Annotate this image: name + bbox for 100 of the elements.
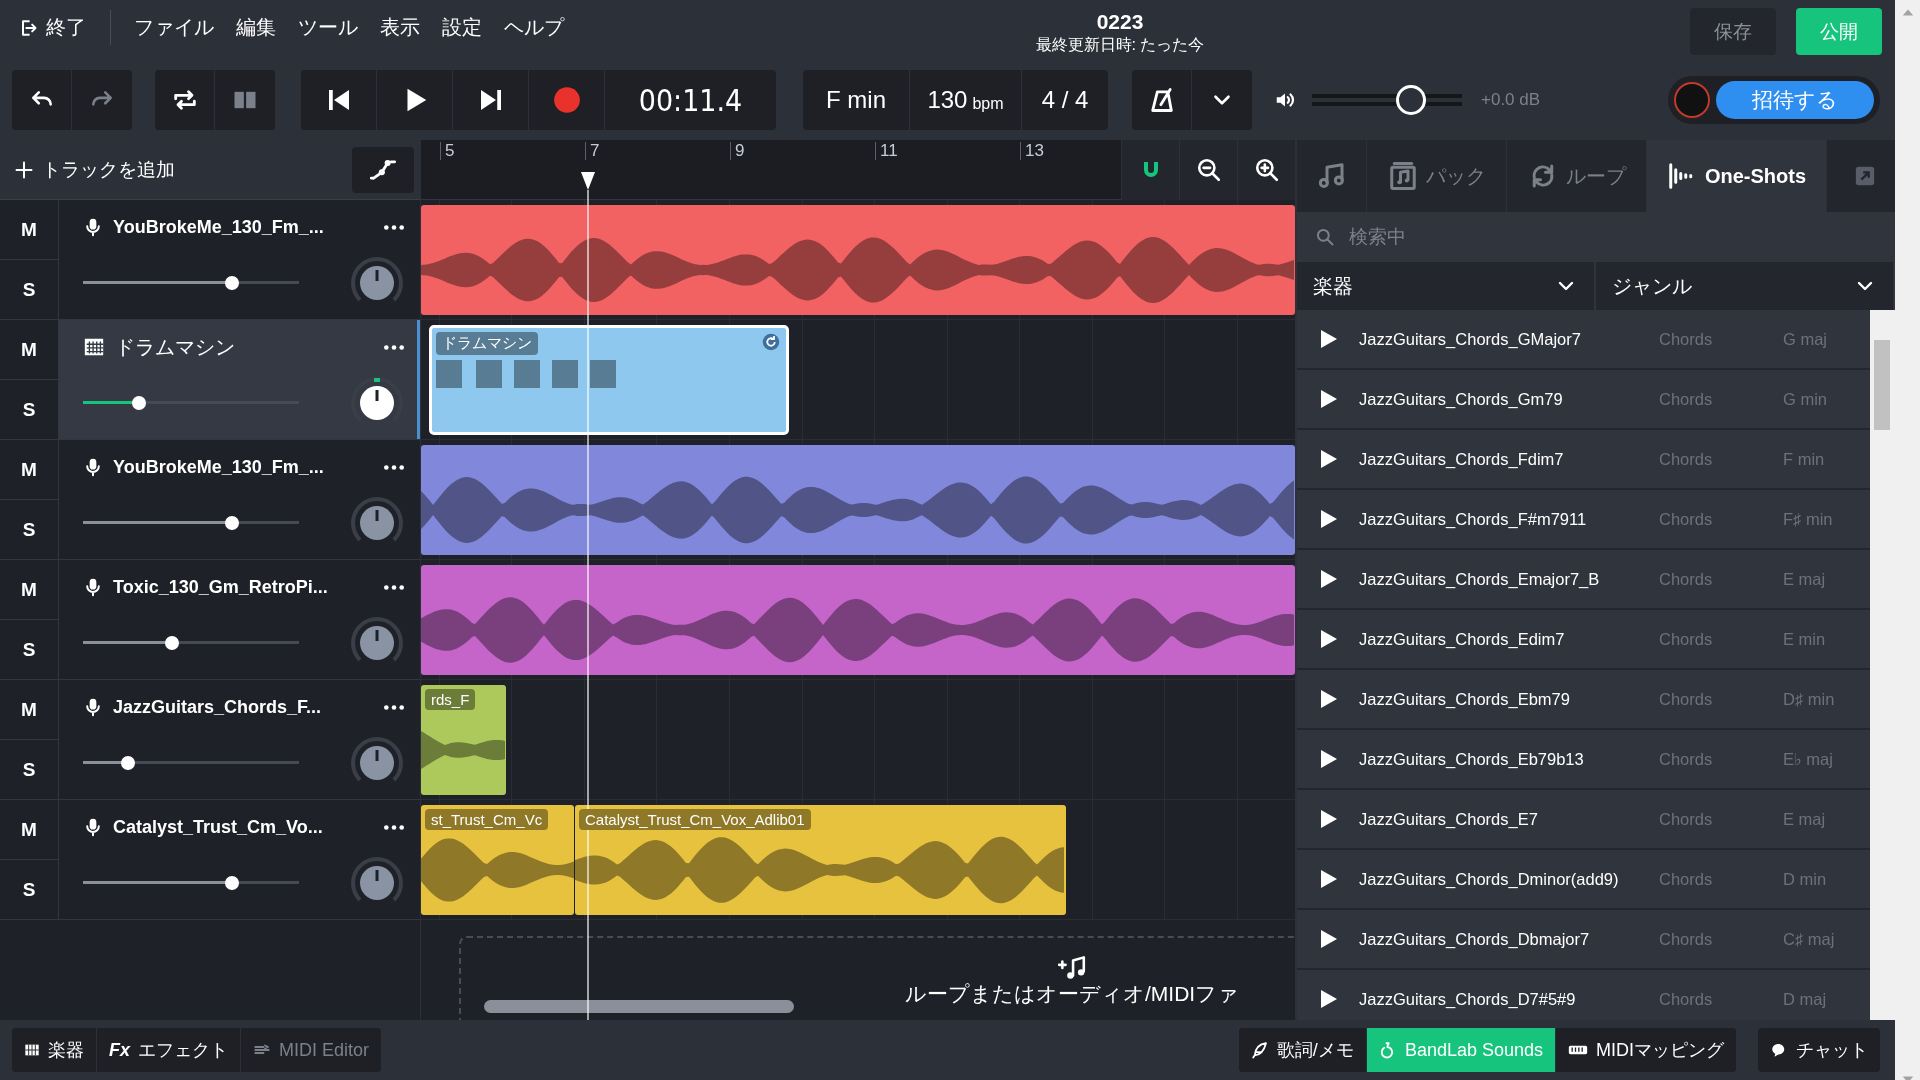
sample-key: D min bbox=[1783, 869, 1827, 889]
avatar[interactable] bbox=[1674, 82, 1710, 118]
time-signature-display[interactable]: 4 / 4 bbox=[1022, 70, 1108, 130]
track-header[interactable]: M S ドラムマシン bbox=[0, 320, 420, 440]
undo-button[interactable] bbox=[12, 70, 72, 130]
play-button[interactable] bbox=[1319, 569, 1337, 589]
track-header[interactable]: M S Toxic_130_Gm_RetroPi... bbox=[0, 560, 420, 680]
more-button[interactable] bbox=[384, 824, 404, 830]
skip-back-button[interactable] bbox=[301, 70, 377, 130]
scrollbar-thumb[interactable] bbox=[484, 1000, 794, 1013]
search-field[interactable]: 検索中 bbox=[1297, 212, 1895, 262]
audio-clip[interactable]: rds_F bbox=[421, 685, 506, 795]
more-icon bbox=[384, 344, 404, 350]
loop-button[interactable] bbox=[155, 70, 215, 130]
audio-clip[interactable] bbox=[421, 205, 1295, 315]
sample-key: G min bbox=[1783, 389, 1827, 409]
sample-category: Chords bbox=[1659, 329, 1714, 349]
exit-menu-item[interactable]: 終了 bbox=[12, 10, 111, 45]
menu-item[interactable]: ツール bbox=[287, 10, 369, 45]
instruments-button[interactable]: 楽器 bbox=[12, 1028, 97, 1072]
sample-row[interactable]: JazzGuitars_Chords_Emajor7_B Chords E maj bbox=[1297, 550, 1871, 610]
slider-thumb[interactable] bbox=[132, 396, 147, 410]
key-display[interactable]: F min bbox=[803, 70, 910, 130]
mute-button[interactable]: M bbox=[0, 800, 58, 860]
more-icon bbox=[384, 824, 404, 830]
solo-button[interactable]: S bbox=[0, 380, 58, 439]
slider-thumb[interactable] bbox=[121, 756, 136, 770]
bar-number: 11 bbox=[875, 142, 898, 160]
search-input[interactable]: 検索中 bbox=[1347, 225, 1747, 249]
track-header[interactable]: M S YouBrokeMe_130_Fm_... bbox=[0, 440, 420, 560]
slider-thumb[interactable] bbox=[225, 516, 240, 530]
menu-item[interactable]: ファイル bbox=[123, 10, 225, 45]
solo-button[interactable]: S bbox=[0, 500, 58, 559]
scrollbar-thumb[interactable] bbox=[1874, 340, 1891, 430]
track-header[interactable]: M S Catalyst_Trust_Cm_Vo... bbox=[0, 800, 420, 920]
list-scrollbar[interactable] bbox=[1870, 310, 1895, 1020]
play-button[interactable] bbox=[1319, 509, 1337, 529]
play-button[interactable] bbox=[1319, 449, 1337, 469]
solo-button[interactable]: S bbox=[0, 740, 58, 799]
play-button[interactable] bbox=[1319, 329, 1337, 349]
play-button[interactable] bbox=[1319, 749, 1337, 769]
sample-row[interactable]: JazzGuitars_Chords_Edim7 Chords E min bbox=[1297, 610, 1871, 670]
clip-label: st_Trust_Cm_Vc bbox=[425, 809, 549, 830]
browser-tab[interactable]: One-Shots bbox=[1647, 140, 1827, 212]
automation-button[interactable] bbox=[352, 146, 414, 193]
track-header[interactable]: M S JazzGuitars_Chords_F... bbox=[0, 680, 420, 800]
sample-row[interactable]: JazzGuitars_Chords_Dminor(add9) Chords D min bbox=[1297, 850, 1871, 910]
solo-button[interactable]: S bbox=[0, 260, 58, 319]
metronome-button[interactable] bbox=[1132, 70, 1192, 130]
slider-thumb[interactable] bbox=[225, 276, 240, 290]
sample-row[interactable]: JazzGuitars_Chords_Fdim7 Chords F min bbox=[1297, 430, 1871, 490]
play-button[interactable] bbox=[1319, 869, 1337, 889]
add-track-button[interactable]: トラックを追加 bbox=[14, 156, 175, 183]
menu-item[interactable]: 設定 bbox=[431, 10, 493, 45]
track-header[interactable]: M S YouBrokeMe_130_Fm_... bbox=[0, 200, 420, 320]
play-button[interactable] bbox=[1319, 689, 1337, 709]
audio-clip[interactable]: st_Trust_Cm_Vc bbox=[421, 805, 574, 915]
bar-number: 13 bbox=[1020, 142, 1044, 160]
save-button[interactable]: 保存 bbox=[1690, 8, 1776, 55]
more-button[interactable] bbox=[384, 344, 404, 350]
sample-row[interactable]: JazzGuitars_Chords_F#m7911 Chords F♯ min bbox=[1297, 490, 1871, 550]
more-button[interactable] bbox=[384, 224, 404, 230]
menu-item[interactable]: ヘルプ bbox=[493, 10, 575, 45]
sample-row[interactable]: JazzGuitars_Chords_D7#5#9 Chords D maj bbox=[1297, 970, 1871, 1020]
audio-clip[interactable] bbox=[421, 445, 1295, 555]
search-icon bbox=[1315, 227, 1335, 247]
sample-row[interactable]: JazzGuitars_Chords_Gm79 Chords G min bbox=[1297, 370, 1871, 430]
slider-thumb[interactable] bbox=[225, 876, 240, 890]
more-button[interactable] bbox=[384, 584, 404, 590]
audio-clip[interactable]: Catalyst_Trust_Cm_Vox_Adlib01 bbox=[575, 805, 1066, 915]
mute-button[interactable]: M bbox=[0, 680, 58, 740]
sample-row[interactable]: JazzGuitars_Chords_E7 Chords E maj bbox=[1297, 790, 1871, 850]
menu-item[interactable]: 編集 bbox=[225, 10, 287, 45]
play-button[interactable] bbox=[1319, 389, 1337, 409]
drum-machine-icon bbox=[83, 336, 105, 358]
audio-clip[interactable]: ドラムマシン bbox=[429, 325, 789, 435]
lyrics-button[interactable]: 歌詞/メモ bbox=[1238, 1028, 1367, 1072]
pack-icon bbox=[1387, 161, 1418, 191]
menu-item[interactable]: 表示 bbox=[369, 10, 431, 45]
more-button[interactable] bbox=[384, 704, 404, 710]
mute-button[interactable]: M bbox=[0, 200, 58, 260]
play-button[interactable] bbox=[1319, 989, 1337, 1009]
mute-button[interactable]: M bbox=[0, 440, 58, 500]
audio-clip[interactable] bbox=[421, 565, 1295, 675]
mute-button[interactable]: M bbox=[0, 560, 58, 620]
track-name: Catalyst_Trust_Cm_Vo... bbox=[113, 816, 323, 838]
sample-row[interactable]: JazzGuitars_Chords_GMajor7 Chords G maj bbox=[1297, 310, 1871, 370]
play-button[interactable] bbox=[1319, 929, 1337, 949]
solo-button[interactable]: S bbox=[0, 860, 58, 919]
sample-row[interactable]: JazzGuitars_Chords_Dbmajor7 Chords C♯ maj bbox=[1297, 910, 1871, 970]
bar-number: 7 bbox=[585, 142, 600, 160]
slider-thumb[interactable] bbox=[1396, 85, 1426, 115]
solo-button[interactable]: S bbox=[0, 620, 58, 679]
play-button[interactable] bbox=[1319, 809, 1337, 829]
sample-row[interactable]: JazzGuitars_Chords_Ebm79 Chords D♯ min bbox=[1297, 670, 1871, 730]
sample-row[interactable]: JazzGuitars_Chords_Eb79b13 Chords E♭ maj bbox=[1297, 730, 1871, 790]
play-button[interactable] bbox=[1319, 629, 1337, 649]
mute-button[interactable]: M bbox=[0, 320, 58, 380]
tempo-display[interactable]: 130 bpm bbox=[910, 70, 1022, 130]
more-button[interactable] bbox=[384, 464, 404, 470]
